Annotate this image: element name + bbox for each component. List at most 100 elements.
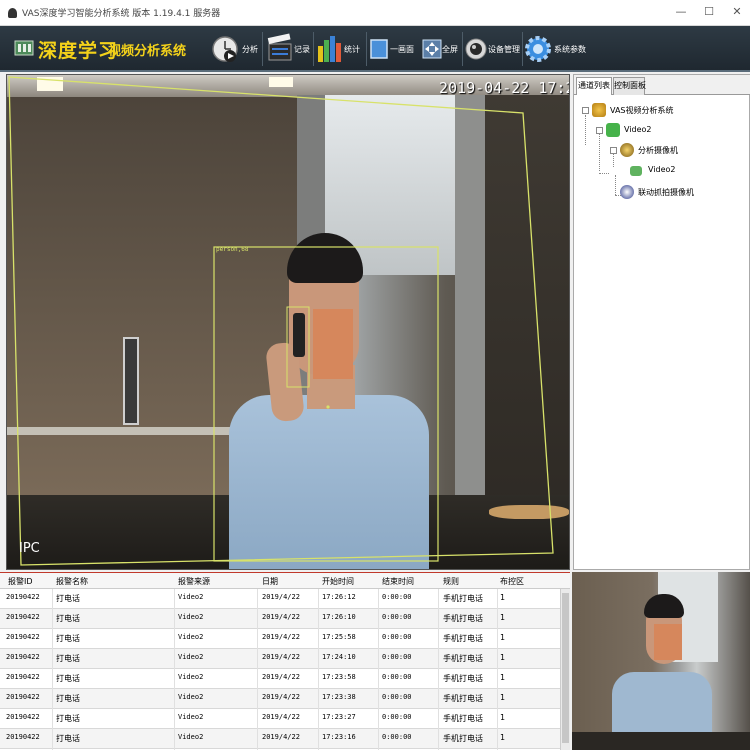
table-row[interactable]: 20190422 打电话 Video2 2019/4/22 17:23:58 0:00:0…	[0, 669, 560, 689]
table-cell: 20190422	[6, 693, 40, 701]
snapshot-thumbnail[interactable]	[572, 572, 750, 750]
table-cell: 1	[500, 653, 506, 662]
linked-camera-icon	[620, 185, 634, 199]
table-row[interactable]: 20190422 打电话 Video2 2019/4/22 17:23:38 0:00:0…	[0, 689, 560, 709]
table-cell: 1	[500, 613, 506, 622]
analysis-camera-icon	[620, 143, 634, 157]
column-header[interactable]: 日期	[262, 576, 278, 587]
fullscreen-button[interactable]: 全屏	[420, 30, 464, 68]
column-header[interactable]: 报警名称	[56, 576, 88, 587]
live-video-view[interactable]: 2019-04-22 17:26:19 IPC person,68	[6, 74, 570, 570]
table-row[interactable]: 20190422 打电话 Video2 2019/4/22 17:25:58 0:00:0…	[0, 629, 560, 649]
tree-node-label: Video2	[648, 165, 676, 174]
window-title: VAS深度学习智能分析系统 版本 1.19.4.1 服务器	[22, 9, 221, 19]
table-cell: 2019/4/22	[262, 673, 300, 681]
table-cell: 17:26:12	[322, 593, 356, 601]
table-cell: Video2	[178, 653, 204, 661]
collapse-icon[interactable]	[582, 107, 589, 114]
panel-tabs: 通道列表 控制面板	[574, 75, 750, 95]
table-cell: 1	[500, 633, 506, 642]
table-row[interactable]: 20190422 打电话 Video2 2019/4/22 17:24:10 0:00:0…	[0, 649, 560, 669]
table-cell: 手机打电话	[443, 614, 483, 623]
table-cell: 2019/4/22	[262, 653, 300, 661]
column-header[interactable]: 结束时间	[382, 576, 414, 587]
table-cell: 手机打电话	[443, 654, 483, 663]
minimize-icon[interactable]: —	[670, 4, 692, 20]
table-cell: 2019/4/22	[262, 613, 300, 621]
collapse-icon[interactable]	[610, 147, 617, 154]
table-cell: 打电话	[56, 654, 80, 663]
app-logo-icon	[8, 8, 17, 18]
table-row[interactable]: 20190422 打电话 Video2 2019/4/22 17:26:10 0:00:0…	[0, 609, 560, 629]
table-cell: 手机打电话	[443, 734, 483, 743]
device-management-button[interactable]: 设备管理	[464, 30, 524, 68]
table-cell: 打电话	[56, 714, 80, 723]
toolbar-divider	[462, 32, 463, 66]
table-cell: 17:26:10	[322, 613, 356, 621]
record-button[interactable]: 记录	[266, 30, 314, 68]
tree-node-label: 分析摄像机	[638, 146, 678, 155]
table-cell: 打电话	[56, 694, 80, 703]
camera-label: IPC	[19, 541, 40, 556]
table-cell: 2019/4/22	[262, 713, 300, 721]
maximize-icon[interactable]: ☐	[698, 4, 720, 20]
table-cell: 20190422	[6, 673, 40, 681]
table-cell: 17:23:58	[322, 673, 356, 681]
brand-title: 深度学习	[38, 40, 119, 62]
record-label: 记录	[294, 45, 310, 54]
gear-settings-icon	[525, 36, 551, 62]
table-cell: 手机打电话	[443, 634, 483, 643]
single-view-button[interactable]: 一画面	[368, 30, 420, 68]
system-settings-label: 系统参数	[554, 45, 586, 54]
table-cell: Video2	[178, 713, 204, 721]
column-header[interactable]: 报警ID	[8, 576, 33, 587]
table-cell: 17:23:38	[322, 693, 356, 701]
statistics-button[interactable]: 统计	[316, 30, 366, 68]
tab-control-panel[interactable]: 控制面板	[613, 77, 646, 95]
statistics-label: 统计	[344, 45, 360, 54]
close-icon[interactable]: ✕	[726, 4, 748, 20]
table-cell: Video2	[178, 733, 204, 741]
tree-node-label: Video2	[624, 125, 652, 134]
table-row[interactable]: 20190422 打电话 Video2 2019/4/22 17:26:12 0:00:0…	[0, 589, 560, 609]
table-cell: 0:00:00	[382, 613, 412, 621]
column-header[interactable]: 规则	[443, 576, 459, 587]
table-cell: 1	[500, 693, 506, 702]
column-header[interactable]: 布控区	[500, 576, 524, 587]
tree-node-video[interactable]: Video2	[626, 163, 736, 179]
toolbar-divider	[313, 32, 314, 66]
table-cell: 0:00:00	[382, 593, 412, 601]
table-cell: 20190422	[6, 733, 40, 741]
table-cell: 0:00:00	[382, 633, 412, 641]
system-settings-button[interactable]: 系统参数	[524, 30, 594, 68]
table-cell: 20190422	[6, 653, 40, 661]
tree-node-analysis-camera[interactable]: 分析摄像机	[610, 143, 740, 159]
column-header[interactable]: 开始时间	[322, 576, 354, 587]
detection-label: person,68	[216, 246, 249, 253]
table-cell: 0:00:00	[382, 713, 412, 721]
table-cell: Video2	[178, 673, 204, 681]
scrollbar-thumb[interactable]	[562, 593, 569, 743]
column-header[interactable]: 报警来源	[178, 576, 210, 587]
person-detection-box	[213, 246, 439, 562]
table-cell: 0:00:00	[382, 693, 412, 701]
tree-node-channel[interactable]: Video2	[596, 123, 736, 139]
toolbar-divider	[366, 32, 367, 66]
table-cell: 0:00:00	[382, 673, 412, 681]
table-cell: 17:23:27	[322, 713, 356, 721]
table-cell: 手机打电话	[443, 694, 483, 703]
table-cell: 2019/4/22	[262, 633, 300, 641]
table-row[interactable]: 20190422 打电话 Video2 2019/4/22 17:23:27 0:00:0…	[0, 709, 560, 729]
tab-channel-list[interactable]: 通道列表	[576, 77, 612, 95]
collapse-icon[interactable]	[596, 127, 603, 134]
table-cell: 2019/4/22	[262, 593, 300, 601]
tree-node-linked-camera[interactable]: 联动抓拍摄像机	[610, 185, 740, 201]
channel-panel: 通道列表 控制面板 VAS视频分析系统 Video2 分析摄像机 Video2	[573, 74, 750, 570]
analysis-button[interactable]: 分析	[210, 30, 262, 68]
table-row[interactable]: 20190422 打电话 Video2 2019/4/22 17:23:16 0:00:0…	[0, 729, 560, 749]
tree-node-root[interactable]: VAS视频分析系统	[582, 103, 742, 119]
window-title-bar: VAS深度学习智能分析系统 版本 1.19.4.1 服务器 — ☐ ✕	[0, 0, 750, 26]
table-scrollbar[interactable]	[560, 589, 570, 750]
table-cell: 17:23:16	[322, 733, 356, 741]
video-timestamp: 2019-04-22 17:26:19	[439, 79, 569, 97]
